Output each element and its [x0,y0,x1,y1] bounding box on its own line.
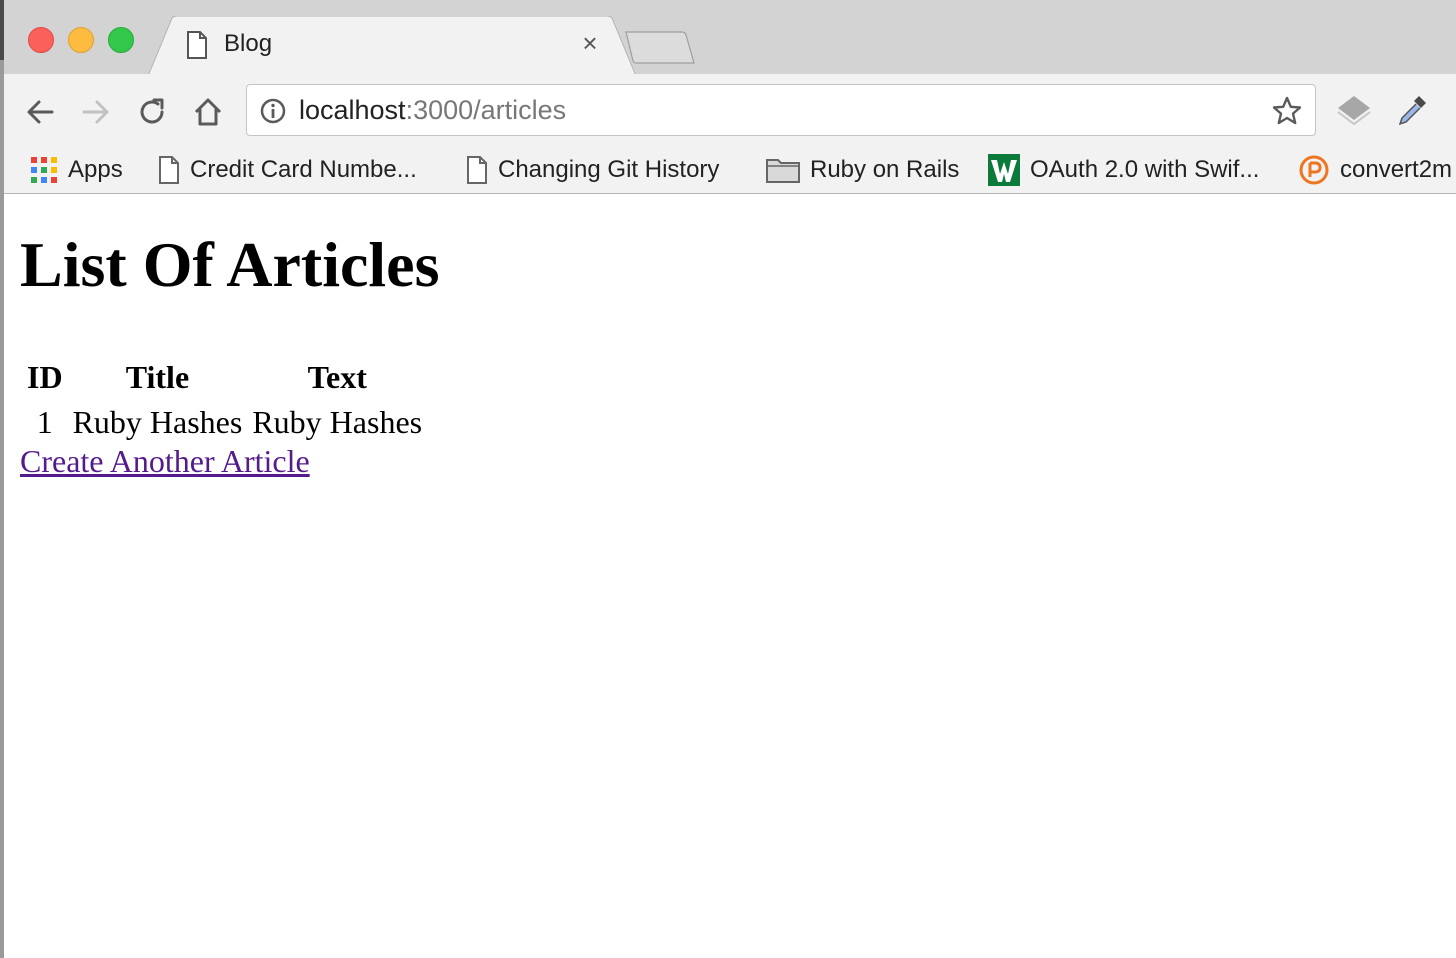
bookmark-label: Changing Git History [498,156,720,183]
folder-icon [766,159,800,183]
toolbar-divider [4,193,1456,194]
url-host: localhost [299,95,406,125]
url-path: :3000/articles [405,95,567,125]
bookmarks-bar: Apps Credit Card Numbe... Changing Git H… [4,146,1456,194]
tab-strip: Blog × [4,0,1456,76]
bookmark-label: Apps [68,156,123,183]
bookmark-apps[interactable]: Apps [30,150,123,190]
bookmark-oauth[interactable]: OAuth 2.0 with Swif... [988,150,1259,190]
bookmark-credit-card[interactable]: Credit Card Numbe... [158,150,417,190]
table-row: 1 Ruby Hashes Ruby Hashes [24,402,425,443]
site-logo-icon [988,154,1020,186]
page-icon [467,156,487,184]
new-tab-button[interactable] [624,30,696,66]
page-icon [187,31,207,59]
address-bar[interactable]: localhost:3000/articles [246,84,1316,136]
browser-chrome: Blog × localhost:3000/articles Apps Cred… [4,0,1456,194]
table-header-row: ID Title Text [24,357,425,398]
article-text-cell: Ruby Hashes [252,404,423,440]
column-header-id: ID [27,359,63,395]
info-icon[interactable] [259,97,287,125]
tab-title: Blog [224,30,273,57]
bookmark-label: convert2m [1340,156,1453,183]
reload-icon[interactable] [134,94,170,130]
articles-table: ID Title Text 1 Ruby Hashes Ruby Hashes [20,353,429,447]
bookmark-label: Credit Card Numbe... [190,156,417,183]
bookmark-label: OAuth 2.0 with Swif... [1030,156,1260,183]
apps-grid-icon [31,157,57,183]
bookmark-convert2m[interactable]: convert2m [1298,150,1452,190]
column-header-text: Text [307,359,367,395]
bookmark-star-icon[interactable] [1271,95,1303,127]
minimize-window-button[interactable] [68,27,94,53]
bookmark-label: Ruby on Rails [810,156,960,183]
column-header-title: Title [125,359,190,395]
layers-extension-icon[interactable] [1334,90,1374,130]
article-id-cell: 1 [36,404,53,440]
back-arrow-icon[interactable] [22,94,58,130]
tab-close-icon[interactable]: × [578,30,602,56]
forward-arrow-icon[interactable] [78,94,114,130]
page-content: List Of Articles ID Title Text 1 Ruby Ha… [4,195,1456,958]
home-icon[interactable] [190,94,226,130]
close-window-button[interactable] [28,27,54,53]
active-tab[interactable] [148,16,636,76]
page-icon [159,156,179,184]
bookmark-changing-git-history[interactable]: Changing Git History [466,150,719,190]
page-title: List Of Articles [20,229,440,300]
zoom-window-button[interactable] [108,27,134,53]
url-text[interactable]: localhost:3000/articles [299,95,566,126]
create-article-link[interactable]: Create Another Article [20,443,310,480]
eyedropper-extension-icon[interactable] [1392,90,1432,130]
convert-logo-icon [1299,155,1329,185]
bookmark-ruby-on-rails[interactable]: Ruby on Rails [766,150,959,190]
toolbar: localhost:3000/articles Apps Credit Card… [4,74,1456,194]
article-title-cell: Ruby Hashes [72,404,243,440]
